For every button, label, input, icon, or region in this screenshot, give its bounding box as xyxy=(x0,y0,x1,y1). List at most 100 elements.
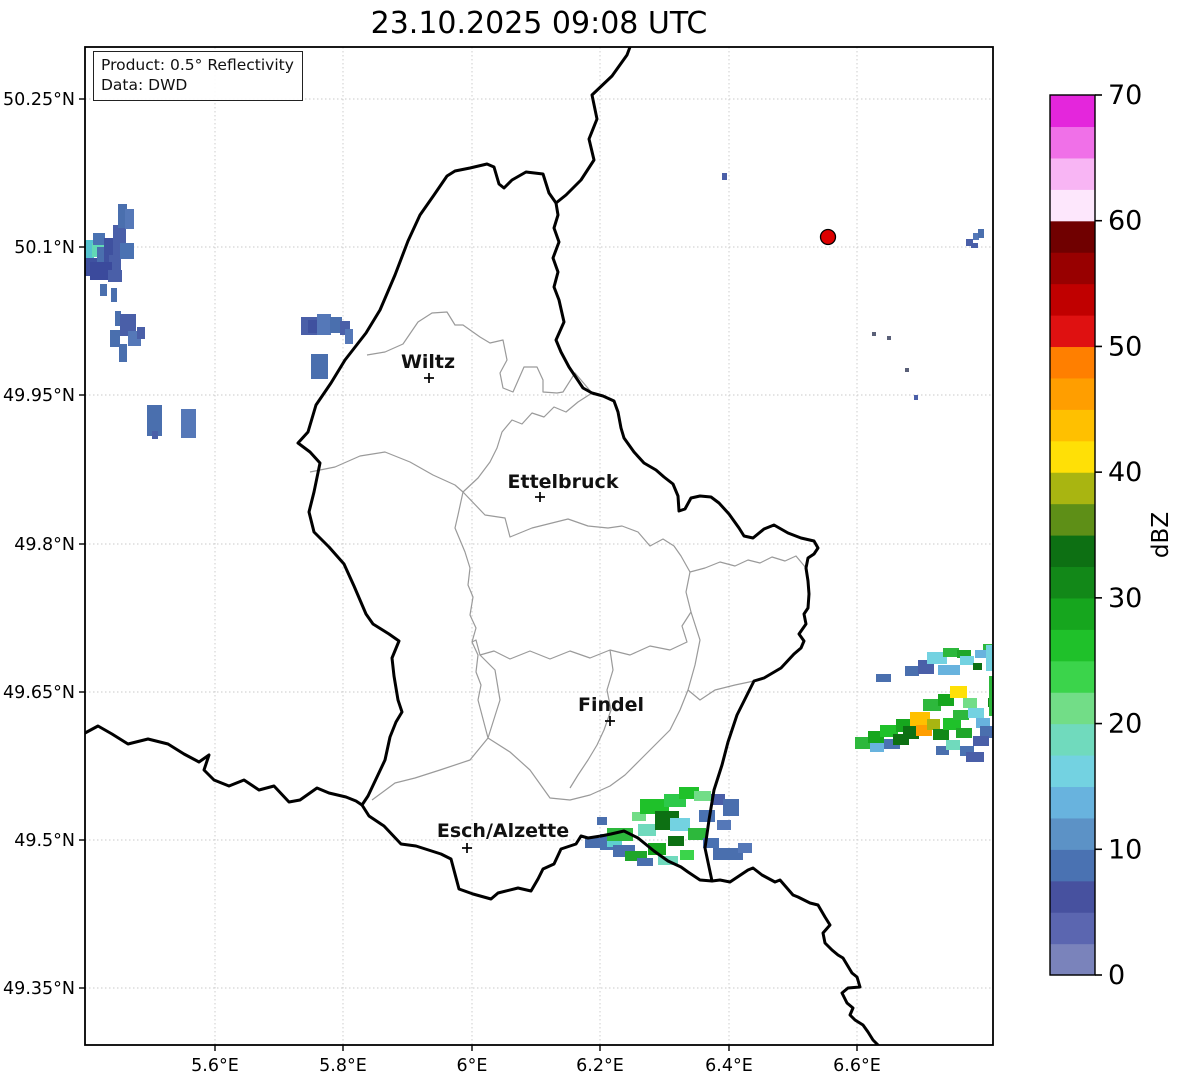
radar-figure: 23.10.2025 09:08 UTC xyxy=(0,0,1184,1081)
echo-cell xyxy=(638,824,656,836)
colorbar-segment xyxy=(1050,912,1095,944)
colorbar-segment xyxy=(1050,881,1095,913)
canton-border-south-center xyxy=(480,655,500,738)
colorbar-tick-label: 50 xyxy=(1108,331,1142,362)
colorbar-segment xyxy=(1050,378,1095,410)
echo-cell xyxy=(694,791,711,801)
colorbar-segment xyxy=(1050,504,1095,536)
colorbar-segment xyxy=(1050,441,1095,473)
colorbar: 010203040506070dBZ xyxy=(1050,80,1174,991)
echo-cell xyxy=(668,836,684,846)
info-box: Product: 0.5° Reflectivity Data: DWD xyxy=(93,51,303,101)
echo-cell xyxy=(680,850,694,860)
city-label: Wiltz xyxy=(401,351,455,373)
echo-cell xyxy=(943,648,959,657)
radar-site-dot xyxy=(821,230,836,245)
info-box-source: Data: DWD xyxy=(101,75,294,95)
echo-cell xyxy=(585,838,601,848)
country-borders xyxy=(85,47,878,1045)
y-tick-label: 50.25°N xyxy=(3,90,75,110)
borders-layer xyxy=(85,47,878,1045)
x-tick-label: 6°E xyxy=(457,1056,488,1076)
y-tick-label: 49.35°N xyxy=(3,979,75,999)
axis-layer: 5.6°E5.8°E6°E6.2°E6.4°E6.6°E50.25°N50.1°… xyxy=(3,47,993,1076)
colorbar-segment xyxy=(1050,472,1095,504)
colorbar-segment xyxy=(1050,409,1095,441)
echo-cell xyxy=(870,743,884,752)
colorbar-segment xyxy=(1050,724,1095,756)
echo-cell xyxy=(125,209,134,229)
colorbar-segment xyxy=(1050,252,1095,284)
city-label: Findel xyxy=(578,694,644,716)
radar-map-svg: 23.10.2025 09:08 UTC xyxy=(0,0,1184,1081)
echo-cell xyxy=(905,368,909,372)
colorbar-segment xyxy=(1050,818,1095,850)
colorbar-segment xyxy=(1050,598,1095,630)
echo-cell xyxy=(100,284,107,296)
colorbar-tick-label: 20 xyxy=(1108,709,1142,740)
x-tick-label: 6.4°E xyxy=(705,1056,753,1076)
echo-cell xyxy=(597,817,607,825)
colorbar-unit-label: dBZ xyxy=(1148,512,1174,558)
echo-cell xyxy=(953,710,969,720)
colorbar-segment xyxy=(1050,221,1095,253)
echo-cell xyxy=(345,329,353,344)
echo-cell xyxy=(111,288,117,302)
echo-cell xyxy=(956,728,972,738)
echo-cell xyxy=(317,314,331,335)
canton-border-west xyxy=(310,452,488,800)
echo-cell xyxy=(966,752,984,762)
echo-cell xyxy=(717,820,731,830)
echo-cell xyxy=(637,858,653,866)
y-tick-label: 49.5°N xyxy=(14,831,75,851)
colorbar-segment xyxy=(1050,944,1095,976)
colorbar-segment xyxy=(1050,535,1095,567)
echo-cell xyxy=(119,344,127,362)
city-markers: WiltzEttelbruckFindelEsch/Alzette xyxy=(401,230,836,854)
x-tick-label: 6.2°E xyxy=(576,1056,624,1076)
colorbar-segment xyxy=(1050,126,1095,158)
colorbar-segment xyxy=(1050,629,1095,661)
x-tick-label: 5.6°E xyxy=(191,1056,239,1076)
colorbar-segment xyxy=(1050,315,1095,347)
echo-cell xyxy=(887,336,891,340)
echo-cell xyxy=(938,665,960,675)
echo-cell xyxy=(978,229,984,238)
colorbar-tick-label: 60 xyxy=(1108,206,1142,237)
echo-cell xyxy=(914,395,918,400)
echo-cell xyxy=(905,666,919,676)
colorbar-tick-label: 0 xyxy=(1108,960,1125,991)
echo-cell xyxy=(722,173,727,180)
colorbar-tick-label: 10 xyxy=(1108,834,1142,865)
echo-cell xyxy=(181,409,196,438)
echo-cell xyxy=(670,818,690,831)
plot-title: 23.10.2025 09:08 UTC xyxy=(371,6,708,41)
map-gridlines xyxy=(85,47,993,1045)
y-tick-label: 50.1°N xyxy=(14,238,75,258)
echo-cell xyxy=(93,233,105,245)
colorbar-segment xyxy=(1050,661,1095,693)
echo-cell xyxy=(110,330,120,347)
echo-cell xyxy=(968,708,984,718)
echo-cell xyxy=(120,243,134,259)
echo-cell xyxy=(973,736,989,746)
echo-cell xyxy=(946,740,960,750)
country-border-france-belgium xyxy=(85,726,362,805)
echo-cell xyxy=(950,686,967,698)
city-label: Esch/Alzette xyxy=(437,820,569,842)
echo-cell xyxy=(699,810,715,822)
echo-cell xyxy=(960,656,974,665)
echo-cell xyxy=(876,674,891,682)
y-tick-label: 49.95°N xyxy=(3,386,75,406)
colorbar-segment xyxy=(1050,158,1095,190)
echo-cell xyxy=(872,332,876,336)
echo-cell xyxy=(986,645,993,671)
canton-border-moselle xyxy=(688,681,754,700)
y-tick-label: 49.8°N xyxy=(14,535,75,555)
country-border-luxembourg xyxy=(298,164,818,899)
colorbar-segment xyxy=(1050,849,1095,881)
echo-cell xyxy=(152,431,158,439)
echo-cell xyxy=(927,719,940,730)
colorbar-segment xyxy=(1050,692,1095,724)
x-tick-label: 5.8°E xyxy=(319,1056,367,1076)
